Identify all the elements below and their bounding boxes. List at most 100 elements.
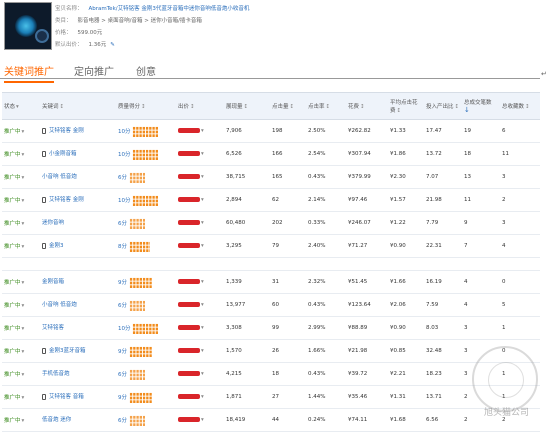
dropdown-icon[interactable]: ▾ [22, 198, 25, 204]
keyword-text[interactable]: 艾特铭客 金刚 [49, 197, 84, 203]
sort-icon[interactable]: ↕ [397, 108, 402, 114]
dropdown-icon[interactable]: ▾ [22, 395, 25, 401]
table-row[interactable]: 推广中▾ 艾特铭客 金刚 10分 ▾ 7,906 198 2.50% ¥262.82 ¥1.3… [2, 119, 540, 143]
dropdown-icon[interactable]: ▾ [22, 349, 25, 355]
tab-targeted-promotion[interactable]: 定向推广 [74, 63, 114, 78]
sort-icon[interactable]: ↕ [326, 104, 331, 110]
dropdown-icon[interactable]: ▾ [201, 325, 204, 331]
table-row[interactable]: 推广中▾ 低音炮 迷你 6分 ▾ 18,419 44 0.24% ¥74.11 ¥1.68 6.… [2, 408, 540, 432]
quality-score[interactable]: 10分 [118, 152, 131, 158]
keyword-text[interactable]: 金刚3 [49, 243, 64, 249]
dropdown-icon[interactable]: ▾ [22, 244, 25, 250]
quality-score[interactable]: 6分 [118, 303, 127, 309]
sort-icon[interactable]: ↕ [290, 104, 295, 110]
quality-score[interactable]: 10分 [118, 326, 131, 332]
keyword-text[interactable]: 艾特铭客 [42, 325, 64, 331]
dropdown-icon[interactable]: ▾ [22, 303, 25, 309]
dropdown-icon[interactable]: ▾ [22, 280, 25, 286]
table-row[interactable]: 推广中▾ 金刚音箱 9分 ▾ 1,339 31 2.32% ¥51.45 ¥1.66 16.19… [2, 270, 540, 294]
sort-icon[interactable]: ↕ [455, 104, 460, 110]
dropdown-icon[interactable]: ▾ [22, 418, 25, 424]
quality-score[interactable]: 6分 [118, 418, 127, 424]
quality-score[interactable]: 9分 [118, 280, 127, 286]
sort-icon[interactable]: ↕ [60, 104, 65, 110]
dropdown-icon[interactable]: ▾ [22, 326, 25, 332]
table-row[interactable]: 推广中▾ 艾特铭客 金刚 10分 ▾ 2,894 62 2.14% ¥97.46 ¥1.57 2… [2, 188, 540, 212]
table-row[interactable]: 推广中▾ 迷你音响 6分 ▾ 60,480 202 0.33% ¥246.07 ¥1.22 7.… [2, 211, 540, 235]
dropdown-icon[interactable]: ▾ [201, 279, 204, 285]
col-impressions[interactable]: 展现量↕ [224, 92, 270, 120]
table-row[interactable]: 推广中▾ 艾特铭客 音箱 9分 ▾ 1,871 27 1.44% ¥35.46 ¥1.31 13… [2, 385, 540, 409]
dropdown-icon[interactable]: ▾ [22, 175, 25, 181]
quality-score[interactable]: 6分 [118, 175, 127, 181]
quality-score[interactable]: 10分 [118, 198, 131, 204]
col-status[interactable]: 状态▾ [2, 92, 40, 120]
quality-score[interactable]: 6分 [118, 372, 127, 378]
dropdown-icon[interactable]: ▾ [201, 220, 204, 226]
sort-icon[interactable]: ↕ [360, 104, 365, 110]
keyword-text[interactable]: 手机低音炮 [42, 371, 70, 377]
sort-icon[interactable]: ↕ [190, 104, 195, 110]
quality-score-bar [132, 148, 159, 160]
quality-score[interactable]: 9分 [118, 349, 127, 355]
avg-cpc: ¥1.31 [388, 385, 424, 409]
tab-keyword-promotion[interactable]: 关键词推广 [4, 63, 54, 83]
keyword-text[interactable]: 小金刚音箱 [49, 151, 77, 157]
keyword-text[interactable]: 迷你音响 [42, 220, 64, 226]
dropdown-icon[interactable]: ▾ [22, 129, 25, 135]
quality-score[interactable]: 9分 [118, 395, 127, 401]
dropdown-icon[interactable]: ▾ [16, 104, 19, 110]
keyword-text[interactable]: 低音炮 迷你 [42, 417, 71, 423]
table-row[interactable]: 推广中▾ 金刚3蓝牙音箱 9分 ▾ 1,570 26 1.66% ¥21.98 ¥0.85 32… [2, 339, 540, 363]
table-row[interactable]: 推广中▾ 艾特铭客 10分 ▾ 3,308 99 2.99% ¥88.89 ¥0.90 8.03… [2, 316, 540, 340]
dropdown-icon[interactable]: ▾ [201, 417, 204, 423]
sort-icon[interactable]: ↕ [525, 104, 530, 110]
edit-pencil-icon[interactable]: ✎ [110, 42, 115, 48]
table-row[interactable]: 推广中▾ 小音响 低音炮 6分 ▾ 13,977 60 0.43% ¥123.64 ¥2.06… [2, 293, 540, 317]
sort-icon[interactable]: ↕ [244, 104, 249, 110]
col-ctr[interactable]: 点击率↕ [306, 92, 346, 120]
quality-score[interactable]: 6分 [118, 221, 127, 227]
dropdown-icon[interactable]: ▾ [201, 151, 204, 157]
col-keyword[interactable]: 关键词↕ [40, 92, 116, 120]
keyword-text[interactable]: 艾特铭客 金刚 [49, 128, 84, 134]
col-avg-cpc[interactable]: 平均点击花费↕ [388, 92, 424, 120]
keyword-text[interactable]: 金刚音箱 [42, 279, 64, 285]
table-row[interactable]: 推广中▾ 金刚3 8分 ▾ 3,295 79 2.40% ¥71.27 ¥0.90 22.31 7… [2, 234, 540, 258]
dropdown-icon[interactable]: ▾ [201, 371, 204, 377]
quality-score[interactable]: 10分 [118, 129, 131, 135]
dropdown-icon[interactable]: ▾ [201, 197, 204, 203]
product-title-link[interactable]: AbramTek/艾特铭客 金刚3代蓝牙音箱中迷你音响低音炮小收音机 [89, 6, 250, 12]
table-row[interactable]: 推广中▾ 小音响 低音炮 6分 ▾ 38,715 165 0.43% ¥379.99 ¥2.3… [2, 165, 540, 189]
col-clicks[interactable]: 点击量↕ [270, 92, 306, 120]
keyword-text[interactable]: 小音响 低音炮 [42, 174, 77, 180]
dropdown-icon[interactable]: ▾ [201, 128, 204, 134]
col-bid[interactable]: 出价↕ [176, 92, 224, 120]
col-total-orders[interactable]: 总成交笔数 ↓ [462, 92, 500, 120]
dropdown-icon[interactable]: ▾ [22, 152, 25, 158]
keyword-text[interactable]: 金刚3蓝牙音箱 [49, 348, 86, 354]
tab-creative[interactable]: 创意 [136, 63, 156, 78]
status-text: 推广中 [4, 129, 21, 135]
dropdown-icon[interactable]: ▾ [22, 221, 25, 227]
product-category-label: 类目： [55, 18, 72, 24]
dropdown-icon[interactable]: ▾ [201, 302, 204, 308]
sort-icon[interactable]: ↕ [141, 104, 146, 110]
dropdown-icon[interactable]: ▾ [22, 372, 25, 378]
col-roi[interactable]: 投入产出比↕ [424, 92, 462, 120]
dropdown-icon[interactable]: ▾ [201, 174, 204, 180]
col-cost[interactable]: 花费↕ [346, 92, 388, 120]
dropdown-icon[interactable]: ▾ [201, 394, 204, 400]
dropdown-icon[interactable]: ▾ [201, 243, 204, 249]
sort-desc-arrow-icon[interactable]: ↓ [464, 106, 470, 114]
keyword-text[interactable]: 小音响 低音炮 [42, 302, 77, 308]
keyword-text[interactable]: 艾特铭客 音箱 [49, 394, 84, 400]
dropdown-icon[interactable]: ▾ [201, 348, 204, 354]
table-row[interactable]: 推广中▾ 手机低音炮 6分 ▾ 4,215 18 0.43% ¥39.72 ¥2.21 18.2… [2, 362, 540, 386]
quality-score[interactable]: 8分 [118, 244, 127, 250]
table-row[interactable]: 推广中▾ 小金刚音箱 10分 ▾ 6,526 166 2.54% ¥307.94 ¥1.86 1… [2, 142, 540, 166]
product-thumbnail[interactable] [4, 2, 52, 50]
col-quality-score[interactable]: 质量得分↕ [116, 92, 176, 120]
col-total-favorites[interactable]: 总收藏数↕ [500, 92, 540, 120]
total-favorites: 4 [500, 234, 540, 258]
